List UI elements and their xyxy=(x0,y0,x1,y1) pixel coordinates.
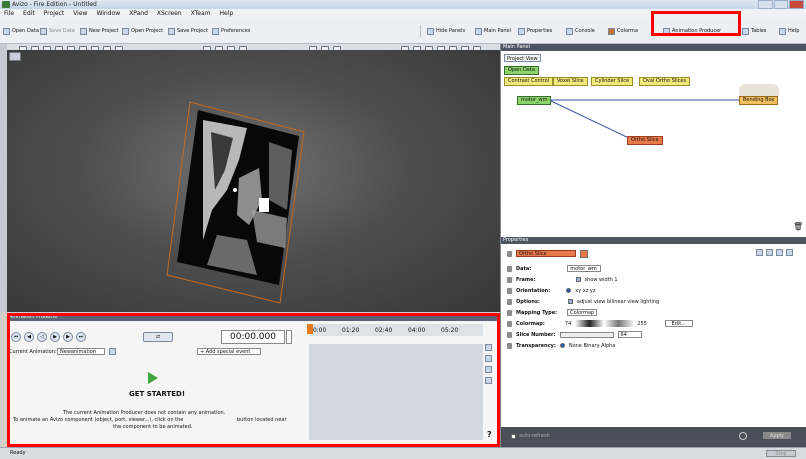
mapping-type-select[interactable]: Colormap xyxy=(567,309,598,316)
apply-button[interactable]: Apply xyxy=(763,432,791,439)
main-panel-button[interactable]: Main Panel xyxy=(475,27,511,35)
frame-show-checkbox[interactable] xyxy=(575,277,581,282)
hide-panels-button[interactable]: Hide Panels xyxy=(427,27,465,35)
port-icon xyxy=(507,287,512,294)
viewer-side-strip xyxy=(0,44,7,312)
open-data-button[interactable]: Open Data xyxy=(3,27,39,35)
colormap-icon xyxy=(608,27,615,35)
doc-icon[interactable] xyxy=(766,249,773,256)
module-icon xyxy=(507,250,512,257)
properties-header: Properties xyxy=(501,237,806,244)
prop-frame: Frame: show width 1 xyxy=(507,275,618,284)
module-color-swatch[interactable] xyxy=(580,249,588,258)
menu-window[interactable]: Window xyxy=(96,9,120,18)
new-project-icon xyxy=(80,27,87,35)
app-icon xyxy=(2,1,10,8)
colormap-edit-button[interactable]: Edit... xyxy=(664,320,693,327)
properties-panel: Properties Ortho Slice Data: motor_wm Fr… xyxy=(500,237,806,447)
menu-view[interactable]: View xyxy=(73,9,87,18)
minimize-button[interactable] xyxy=(758,0,773,9)
stop-button[interactable]: Stop xyxy=(766,450,796,457)
close-button[interactable] xyxy=(789,0,805,9)
port-icon xyxy=(507,298,512,305)
menu-xpand[interactable]: XPand xyxy=(129,9,148,18)
menu-file[interactable]: File xyxy=(4,9,14,18)
module-name-field[interactable]: Ortho Slice xyxy=(516,250,576,257)
pin-icon[interactable] xyxy=(756,249,763,256)
node-motor-wm[interactable]: motor_wm xyxy=(517,96,552,105)
port-icon xyxy=(507,276,512,283)
module-actions xyxy=(756,249,793,256)
prop-data: Data: motor_wm xyxy=(507,264,602,273)
save-data-button[interactable]: Save Data xyxy=(40,27,75,35)
preferences-icon xyxy=(212,27,219,35)
prop-orientation: Orientation: xy xz yz xyxy=(507,286,596,295)
slice-render xyxy=(166,101,305,304)
properties-button[interactable]: Properties xyxy=(518,27,552,35)
question-icon[interactable] xyxy=(786,249,793,256)
slice-number-field[interactable]: 64 xyxy=(617,331,642,338)
port-icon xyxy=(507,331,512,338)
main-panel-icon xyxy=(475,27,482,35)
tables-button[interactable]: Tables xyxy=(742,27,767,35)
help-icon xyxy=(779,27,786,35)
window-title: Avizo - Fire Edition - Untitled xyxy=(12,1,97,8)
open-data-icon xyxy=(3,27,10,35)
lock-icon[interactable] xyxy=(776,249,783,256)
menu-help[interactable]: Help xyxy=(220,9,234,18)
prop-mapping-type: Mapping Type: Colormap xyxy=(507,308,598,317)
highlight-box-animation-panel xyxy=(7,313,500,447)
tables-icon xyxy=(742,27,749,35)
3d-viewer[interactable] xyxy=(7,50,500,312)
main-panel: Main Panel Project View Open Data Contra… xyxy=(500,44,806,237)
refresh-icon[interactable] xyxy=(739,432,747,440)
properties-footer: auto-refresh Apply xyxy=(501,427,806,447)
port-icon xyxy=(507,320,512,327)
port-icon xyxy=(507,342,512,349)
open-project-button[interactable]: Open Project xyxy=(122,27,163,35)
prop-options: Options: adjust view bilinear view light… xyxy=(507,297,659,306)
colormap-button[interactable]: Colorma xyxy=(608,27,638,35)
module-title-row: Ortho Slice xyxy=(507,249,588,258)
prop-colormap: Colormap: 74 255 Edit... xyxy=(507,319,693,328)
status-text: Ready xyxy=(10,450,26,456)
trash-icon[interactable]: 🗑 xyxy=(793,222,803,231)
prop-transparency: Transparency: None Binary Alpha xyxy=(507,341,615,350)
toolbar-separator xyxy=(420,25,421,37)
help-button[interactable]: Help xyxy=(779,27,799,35)
auto-refresh-checkbox[interactable] xyxy=(511,434,516,439)
save-project-button[interactable]: Save Project xyxy=(168,27,208,35)
console-icon xyxy=(566,27,573,35)
port-icon xyxy=(507,265,512,272)
new-project-button[interactable]: New Project xyxy=(80,27,119,35)
colormap-bar[interactable] xyxy=(575,320,634,327)
prop-slice-number: Slice Number: 64 xyxy=(507,330,642,339)
highlight-box-animation-button xyxy=(651,11,741,36)
orientation-xy-radio[interactable] xyxy=(566,288,572,293)
menu-project[interactable]: Project xyxy=(44,9,65,18)
console-button[interactable]: Console xyxy=(566,27,595,35)
save-project-icon xyxy=(168,27,175,35)
port-icon xyxy=(507,309,512,316)
menu-xscreen[interactable]: XScreen xyxy=(157,9,182,18)
menu-xteam[interactable]: XTeam xyxy=(191,9,211,18)
node-ortho-slice[interactable]: Ortho Slice xyxy=(627,136,663,145)
properties-icon xyxy=(518,27,525,35)
transparency-none-radio[interactable] xyxy=(559,343,565,348)
save-data-icon xyxy=(40,27,47,35)
slice-number-slider[interactable] xyxy=(559,331,614,338)
node-bending-box[interactable]: Bending Box xyxy=(739,96,779,105)
preferences-button[interactable]: Preferences xyxy=(212,27,250,35)
hide-panels-icon xyxy=(427,27,434,35)
adjust-view-checkbox[interactable] xyxy=(567,299,573,304)
data-select[interactable]: motor_wm xyxy=(567,265,602,272)
maximize-button[interactable] xyxy=(773,0,789,9)
title-bar: Avizo - Fire Edition - Untitled xyxy=(0,0,806,9)
open-project-icon xyxy=(122,27,129,35)
status-bar: Ready Stop xyxy=(0,447,806,459)
menu-edit[interactable]: Edit xyxy=(23,9,35,18)
window-controls xyxy=(758,0,805,9)
